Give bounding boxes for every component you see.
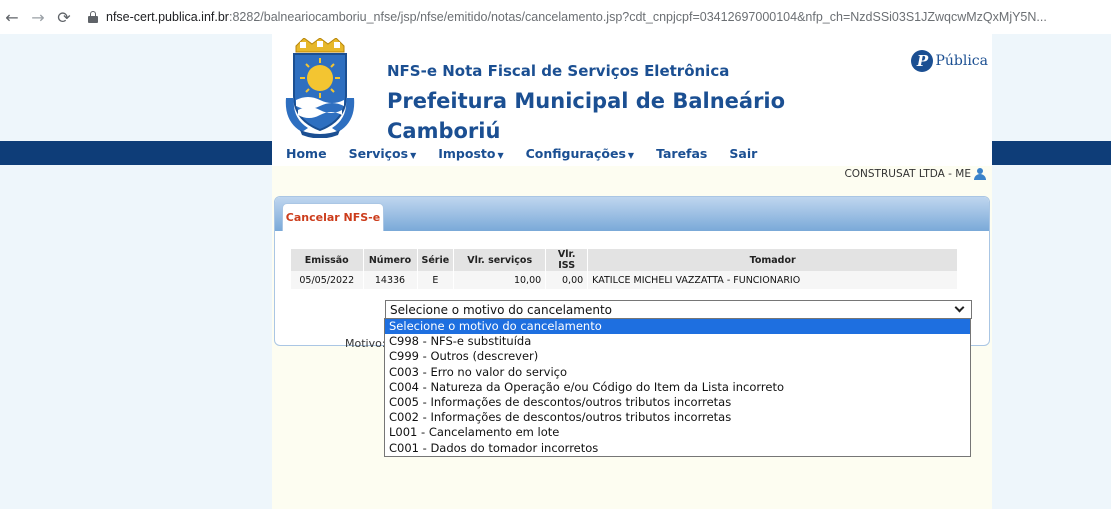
chevron-down-icon	[954, 302, 965, 313]
motivo-dropdown-list: Selecione o motivo do cancelamento C998 …	[384, 318, 971, 457]
motivo-select[interactable]: Selecione o motivo do cancelamento	[385, 300, 972, 319]
cell-vlr-iss: 0,00	[545, 271, 589, 289]
url-field[interactable]: nfse-cert.publica.inf.br:8282/balnearioc…	[88, 4, 1111, 30]
table-header-row: Emissão Número Série Vlr. serviços Vlr. …	[291, 249, 959, 271]
dropdown-option[interactable]: C002 - Informações de descontos/outros t…	[385, 410, 970, 425]
header-subtitle: NFS-e Nota Fiscal de Serviços Eletrônica	[387, 62, 730, 80]
reload-icon[interactable]: ⟳	[54, 7, 74, 27]
col-emissao: Emissão	[291, 249, 364, 271]
caret-down-icon: ▼	[627, 151, 635, 160]
publica-logo-text: Pública	[935, 53, 988, 69]
menu-home-label: Home	[286, 146, 327, 161]
cell-emissao: 05/05/2022	[291, 271, 364, 289]
menu-tarefas[interactable]: Tarefas	[656, 146, 707, 161]
table-row: 05/05/2022 14336 E 10,00 0,00 KATILCE MI…	[291, 271, 959, 289]
cell-serie: E	[417, 271, 455, 289]
cell-numero: 14336	[363, 271, 418, 289]
dropdown-option[interactable]: C005 - Informações de descontos/outros t…	[385, 395, 970, 410]
main-menu: Home Serviços ▼ Imposto ▼ Configurações ▼ T…	[272, 142, 992, 166]
coat-of-arms-icon	[285, 38, 355, 138]
site-header: NFS-e Nota Fiscal de Serviços Eletrônica…	[272, 34, 992, 143]
dropdown-option[interactable]: Selecione o motivo do cancelamento	[385, 319, 970, 335]
publica-logo-icon: P	[911, 50, 934, 72]
dropdown-option[interactable]: C003 - Erro no valor do serviço	[385, 365, 970, 380]
dropdown-option[interactable]: C998 - NFS-e substituída	[385, 334, 970, 349]
menu-imposto[interactable]: Imposto ▼	[438, 146, 503, 161]
invoice-table: Emissão Número Série Vlr. serviços Vlr. …	[291, 249, 959, 289]
dropdown-option[interactable]: C004 - Natureza da Operação e/ou Código …	[385, 380, 970, 395]
dropdown-option[interactable]: L001 - Cancelamento em lote	[385, 425, 970, 440]
user-name: CONSTRUSAT LTDA - ME	[844, 168, 971, 180]
col-serie: Série	[417, 249, 455, 271]
browser-address-bar: ← → ⟳ nfse-cert.publica.inf.br:8282/baln…	[0, 0, 1111, 34]
menu-configuracoes[interactable]: Configurações ▼	[526, 146, 634, 161]
menu-tarefas-label: Tarefas	[656, 146, 708, 161]
menu-servicos[interactable]: Serviços ▼	[349, 146, 417, 161]
menu-imposto-label: Imposto	[438, 146, 496, 161]
menu-servicos-label: Serviços	[348, 146, 409, 161]
col-vlr-iss: Vlr. ISS	[545, 249, 589, 271]
publica-logo: P Pública	[911, 50, 988, 72]
back-arrow-icon[interactable]: ←	[2, 7, 22, 27]
menu-sair-label: Sair	[729, 146, 758, 161]
url-host: nfse-cert.publica.inf.br	[106, 10, 229, 24]
caret-down-icon: ▼	[410, 151, 417, 160]
col-tomador: Tomador	[587, 249, 959, 271]
lock-icon	[88, 11, 98, 23]
menu-configuracoes-label: Configurações	[525, 146, 626, 161]
caret-down-icon: ▼	[497, 151, 504, 160]
dropdown-option[interactable]: C001 - Dados do tomador incorretos	[385, 441, 970, 456]
col-numero: Número	[363, 249, 418, 271]
cell-tomador: KATILCE MICHELI VAZZATTA - FUNCIONARIO	[587, 271, 959, 289]
page-title: Prefeitura Municipal de Balneário Cambor…	[387, 89, 786, 143]
panel-header: Cancelar NFS-e	[275, 197, 989, 231]
menu-sair[interactable]: Sair	[729, 146, 757, 161]
user-info: CONSTRUSAT LTDA - ME	[844, 168, 986, 180]
tab-cancelar-nfse[interactable]: Cancelar NFS-e	[282, 203, 384, 231]
menu-home[interactable]: Home	[286, 146, 327, 161]
col-vlr-servicos: Vlr. serviços	[453, 249, 547, 271]
cell-vlr-servicos: 10,00	[453, 271, 547, 289]
motivo-label: Motivo:	[345, 337, 386, 350]
url-path: :8282/balneariocamboriu_nfse/jsp/nfse/em…	[228, 10, 1047, 24]
motivo-selected-value: Selecione o motivo do cancelamento	[390, 302, 612, 317]
dropdown-option[interactable]: C999 - Outros (descrever)	[385, 349, 970, 364]
url-text: nfse-cert.publica.inf.br:8282/balnearioc…	[106, 10, 1047, 24]
user-icon	[974, 168, 986, 180]
forward-arrow-icon[interactable]: →	[28, 7, 48, 27]
